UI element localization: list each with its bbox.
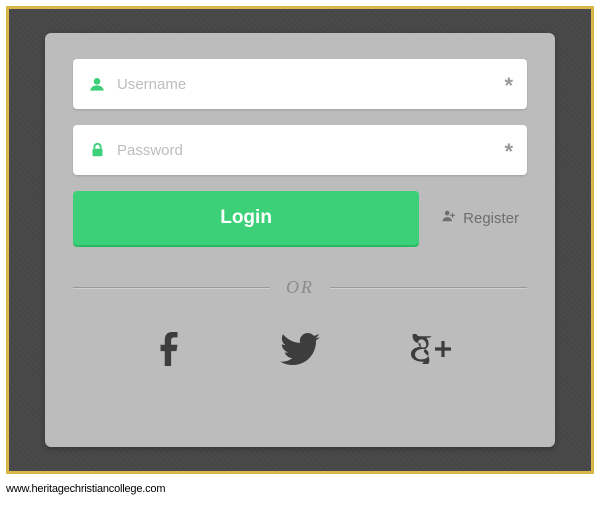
facebook-button[interactable] (144, 326, 194, 376)
register-link[interactable]: Register (433, 191, 527, 245)
divider-line (330, 287, 527, 288)
divider-line (73, 287, 270, 288)
attribution-text: www.heritagechristiancollege.com (6, 483, 165, 495)
lock-icon (87, 142, 107, 158)
user-plus-icon (441, 209, 457, 227)
register-label: Register (463, 210, 519, 227)
username-field[interactable]: * (73, 59, 527, 109)
username-input[interactable] (107, 59, 504, 109)
twitter-button[interactable] (275, 326, 325, 376)
google-plus-icon (411, 334, 451, 369)
divider: OR (73, 277, 527, 298)
social-row (73, 326, 527, 382)
password-input[interactable] (107, 125, 504, 175)
required-marker: * (504, 137, 513, 163)
divider-label: OR (286, 277, 314, 298)
twitter-icon (280, 333, 320, 370)
login-card: * * Login (45, 33, 555, 447)
actions-row: Login Register (73, 191, 527, 245)
user-icon (87, 76, 107, 92)
required-marker: * (504, 71, 513, 97)
login-button[interactable]: Login (73, 191, 419, 245)
outer-frame: * * Login (6, 6, 594, 474)
password-field[interactable]: * (73, 125, 527, 175)
google-plus-button[interactable] (406, 326, 456, 376)
facebook-icon (160, 332, 178, 371)
